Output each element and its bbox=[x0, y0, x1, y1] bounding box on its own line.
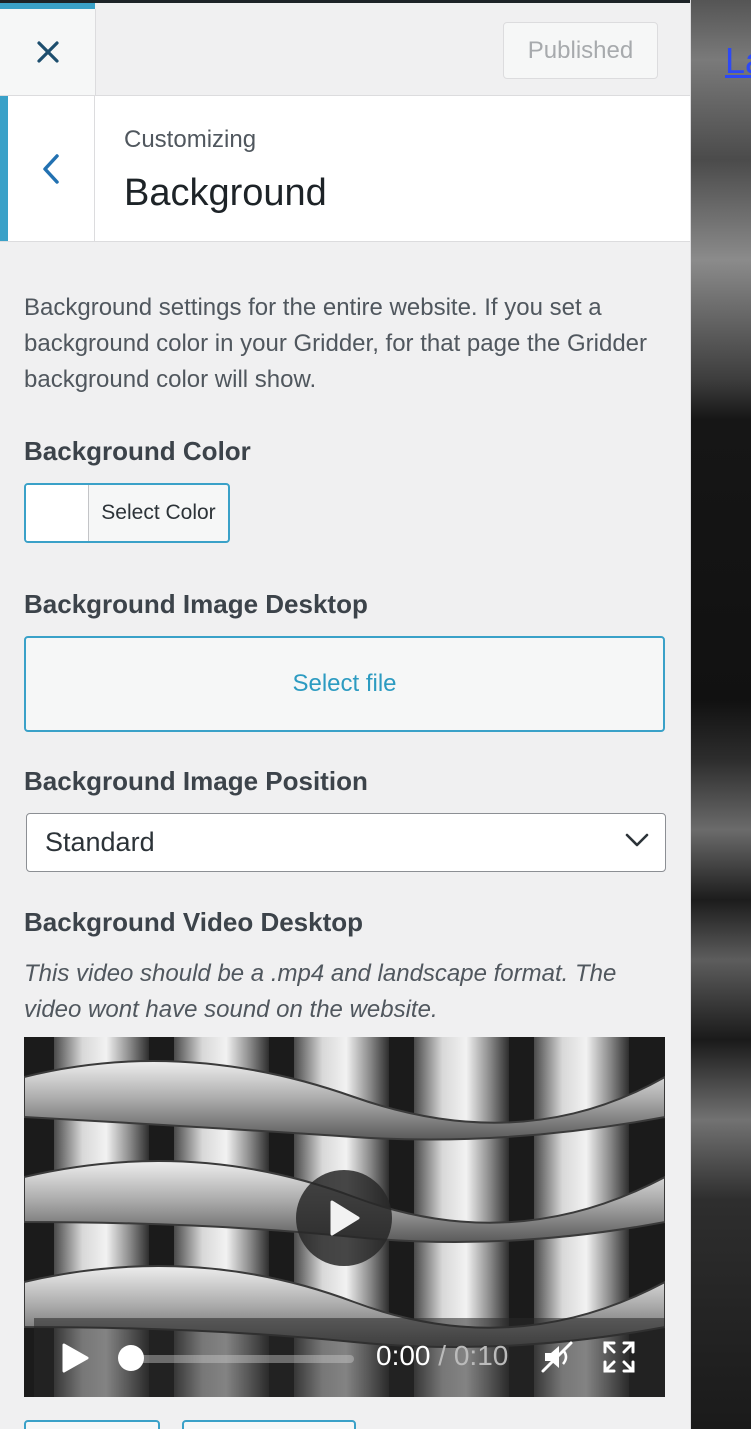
chevron-down-icon bbox=[625, 833, 649, 847]
select-file-label: Select file bbox=[292, 670, 397, 697]
back-button[interactable] bbox=[0, 96, 95, 241]
progress-knob[interactable] bbox=[118, 1345, 144, 1371]
site-preview: La bbox=[690, 0, 751, 1429]
video-controls: 0:00 / 0:10 bbox=[34, 1318, 665, 1397]
progress-track[interactable] bbox=[130, 1355, 354, 1363]
mute-icon[interactable] bbox=[540, 1340, 574, 1374]
published-button[interactable]: Published bbox=[503, 22, 658, 79]
color-swatch bbox=[26, 485, 89, 541]
customizer-panel: Published Customizing Background Backgro… bbox=[0, 0, 691, 1429]
image-position-select[interactable]: Standard bbox=[26, 813, 666, 872]
breadcrumb: Customizing bbox=[124, 126, 257, 153]
video-action-button[interactable] bbox=[182, 1420, 356, 1429]
close-button[interactable] bbox=[0, 9, 96, 95]
section-header: Customizing Background bbox=[0, 96, 690, 242]
background-video-label: Background Video Desktop bbox=[24, 907, 364, 937]
color-picker-button[interactable]: Select Color bbox=[24, 483, 230, 543]
preview-link[interactable]: La bbox=[725, 40, 751, 82]
duration: 0:10 bbox=[453, 1340, 509, 1371]
current-time: 0:00 bbox=[376, 1340, 431, 1371]
video-action-button[interactable] bbox=[24, 1420, 160, 1429]
fullscreen-icon[interactable] bbox=[602, 1340, 636, 1374]
customizer-header: Published bbox=[0, 0, 690, 96]
background-color-label: Background Color bbox=[24, 436, 251, 466]
time-separator: / bbox=[438, 1340, 447, 1371]
page-title: Background bbox=[124, 172, 327, 214]
chevron-left-icon bbox=[43, 153, 59, 184]
select-file-button[interactable]: Select file bbox=[24, 636, 665, 732]
section-description: Background settings for the entire websi… bbox=[24, 294, 648, 393]
image-position-value: Standard bbox=[45, 827, 155, 857]
big-play-button[interactable] bbox=[296, 1170, 392, 1266]
close-icon bbox=[36, 41, 59, 63]
time-readout: 0:00 / 0:10 bbox=[376, 1340, 508, 1372]
play-icon bbox=[330, 1200, 360, 1236]
top-border bbox=[0, 0, 690, 3]
background-image-label: Background Image Desktop bbox=[24, 589, 368, 619]
select-color-label: Select Color bbox=[101, 501, 216, 524]
play-icon[interactable] bbox=[60, 1342, 90, 1374]
image-position-label: Background Image Position bbox=[24, 766, 368, 796]
video-player[interactable]: 0:00 / 0:10 bbox=[24, 1037, 665, 1397]
video-note: This video should be a .mp4 and landscap… bbox=[24, 960, 617, 1023]
